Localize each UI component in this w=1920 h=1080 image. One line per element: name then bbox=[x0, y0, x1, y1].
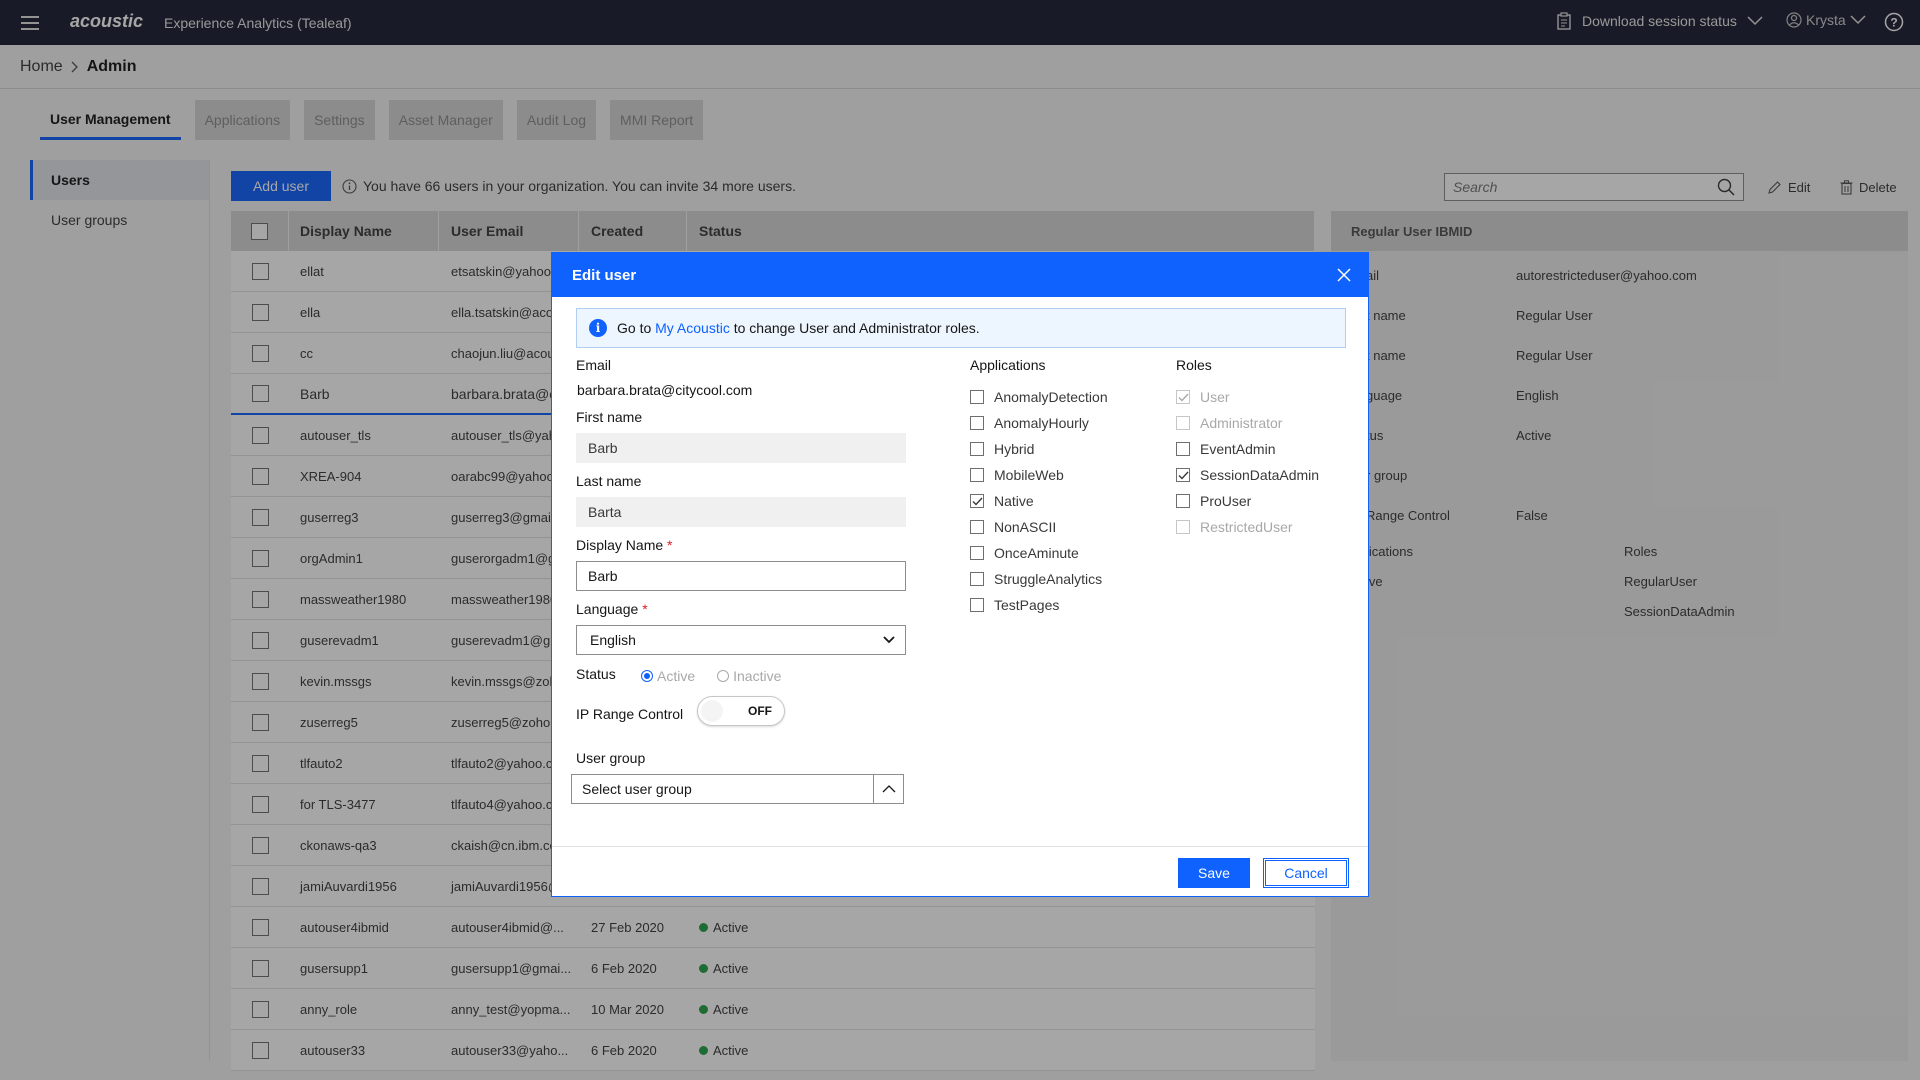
checkmark-icon bbox=[972, 497, 983, 506]
application-label: AnomalyDetection bbox=[994, 389, 1108, 405]
role-checkbox: RestrictedUser bbox=[1176, 519, 1319, 535]
checkbox-box bbox=[1176, 468, 1190, 482]
status-inactive-radio[interactable]: Inactive bbox=[717, 668, 781, 684]
checkbox-box bbox=[970, 442, 984, 456]
radio-indicator bbox=[641, 670, 653, 682]
first-name-label: First name bbox=[576, 409, 643, 425]
role-label: SessionDataAdmin bbox=[1200, 467, 1320, 483]
application-checkbox[interactable]: AnomalyHourly bbox=[970, 415, 1108, 431]
toggle-state: OFF bbox=[748, 704, 772, 718]
checkmark-icon bbox=[1178, 471, 1189, 480]
application-label: Hybrid bbox=[994, 441, 1035, 457]
roles-label: Roles bbox=[1176, 357, 1212, 373]
email-label: Email bbox=[576, 357, 612, 373]
language-select[interactable]: English bbox=[576, 625, 906, 655]
user-group-label: User group bbox=[576, 750, 646, 766]
role-checkbox: User bbox=[1176, 389, 1319, 405]
radio-indicator bbox=[717, 670, 730, 682]
role-label: EventAdmin bbox=[1200, 441, 1276, 457]
checkbox-box bbox=[1176, 494, 1190, 508]
checkbox-box bbox=[970, 390, 984, 404]
last-name-field[interactable]: Barta bbox=[576, 497, 906, 527]
application-checkbox[interactable]: NonASCII bbox=[970, 519, 1108, 535]
display-name-label: Display Name * bbox=[576, 537, 672, 553]
checkbox-box bbox=[970, 494, 984, 508]
language-label-text: Language bbox=[576, 601, 639, 617]
checkbox-box bbox=[970, 546, 984, 560]
chevron-up-icon[interactable] bbox=[873, 775, 903, 803]
notice-prefix: Go to bbox=[617, 320, 652, 336]
application-checkbox[interactable]: MobileWeb bbox=[970, 467, 1108, 483]
role-checkbox[interactable]: SessionDataAdmin bbox=[1176, 467, 1319, 483]
close-icon[interactable] bbox=[1334, 265, 1354, 285]
notice-suffix: to change User and Administrator roles. bbox=[733, 320, 980, 336]
ip-range-toggle[interactable]: OFF bbox=[697, 696, 785, 726]
status-active-radio[interactable]: Active bbox=[641, 668, 695, 684]
checkbox-box bbox=[1176, 520, 1190, 534]
checkbox-box bbox=[1176, 390, 1190, 404]
application-checkbox[interactable]: OnceAminute bbox=[970, 545, 1108, 561]
roles-list: User Administrator EventAdmin SessionDataAd… bbox=[1176, 389, 1319, 535]
modal-footer-divider bbox=[552, 846, 1368, 847]
application-label: Native bbox=[994, 493, 1034, 509]
user-group-placeholder: Select user group bbox=[582, 781, 692, 797]
role-checkbox: Administrator bbox=[1176, 415, 1319, 431]
application-label: NonASCII bbox=[994, 519, 1057, 535]
modal-title: Edit user bbox=[572, 266, 637, 284]
checkmark-icon bbox=[1178, 393, 1189, 402]
checkbox-box bbox=[970, 572, 984, 586]
status-inactive-label: Inactive bbox=[733, 668, 782, 684]
application-label: AnomalyHourly bbox=[994, 415, 1089, 431]
language-label: Language * bbox=[576, 601, 648, 617]
language-selected: English bbox=[590, 632, 636, 648]
checkbox-box bbox=[1176, 442, 1190, 456]
role-label: Administrator bbox=[1200, 415, 1283, 431]
required-marker: * bbox=[667, 537, 673, 553]
checkbox-box bbox=[970, 468, 984, 482]
email-value: barbara.brata@citycool.com bbox=[577, 382, 753, 398]
chevron-down-icon bbox=[883, 636, 895, 644]
notice-text: Go to My Acoustic to change User and Adm… bbox=[617, 320, 980, 336]
role-label: User bbox=[1200, 389, 1230, 405]
status-radio-group: Active Inactive bbox=[641, 668, 781, 684]
info-icon: i bbox=[589, 319, 607, 337]
application-checkbox[interactable]: Hybrid bbox=[970, 441, 1108, 457]
modal-header: Edit user bbox=[552, 253, 1368, 297]
edit-user-modal: Edit user i Go to My Acoustic to change … bbox=[551, 252, 1369, 897]
user-group-combobox[interactable]: Select user group bbox=[571, 774, 904, 804]
toggle-knob bbox=[701, 700, 723, 722]
roles-notice: i Go to My Acoustic to change User and A… bbox=[576, 308, 1346, 348]
applications-label: Applications bbox=[970, 357, 1046, 373]
my-acoustic-link[interactable]: My Acoustic bbox=[655, 320, 730, 336]
application-label: MobileWeb bbox=[994, 467, 1064, 483]
status-active-label: Active bbox=[657, 668, 696, 684]
checkbox-box bbox=[970, 520, 984, 534]
cancel-button[interactable]: Cancel bbox=[1263, 858, 1349, 888]
application-label: TestPages bbox=[994, 597, 1060, 613]
application-label: OnceAminute bbox=[994, 545, 1079, 561]
application-checkbox[interactable]: StruggleAnalytics bbox=[970, 571, 1108, 587]
application-checkbox[interactable]: AnomalyDetection bbox=[970, 389, 1108, 405]
checkbox-box bbox=[1176, 416, 1190, 430]
applications-list: AnomalyDetection AnomalyHourly Hybrid Mobil… bbox=[970, 389, 1108, 613]
required-marker: * bbox=[642, 601, 648, 617]
role-checkbox[interactable]: EventAdmin bbox=[1176, 441, 1319, 457]
role-label: ProUser bbox=[1200, 493, 1252, 509]
display-name-field[interactable]: Barb bbox=[576, 561, 906, 591]
checkbox-box bbox=[970, 416, 984, 430]
save-button[interactable]: Save bbox=[1178, 858, 1250, 888]
status-label: Status bbox=[576, 666, 616, 682]
role-label: RestrictedUser bbox=[1200, 519, 1293, 535]
ip-range-label: IP Range Control bbox=[576, 706, 684, 722]
checkbox-box bbox=[970, 598, 984, 612]
application-checkbox[interactable]: Native bbox=[970, 493, 1108, 509]
last-name-label: Last name bbox=[576, 473, 642, 489]
application-label: StruggleAnalytics bbox=[994, 571, 1103, 587]
application-checkbox[interactable]: TestPages bbox=[970, 597, 1108, 613]
first-name-field[interactable]: Barb bbox=[576, 433, 906, 463]
display-name-label-text: Display Name bbox=[576, 537, 664, 553]
role-checkbox[interactable]: ProUser bbox=[1176, 493, 1319, 509]
